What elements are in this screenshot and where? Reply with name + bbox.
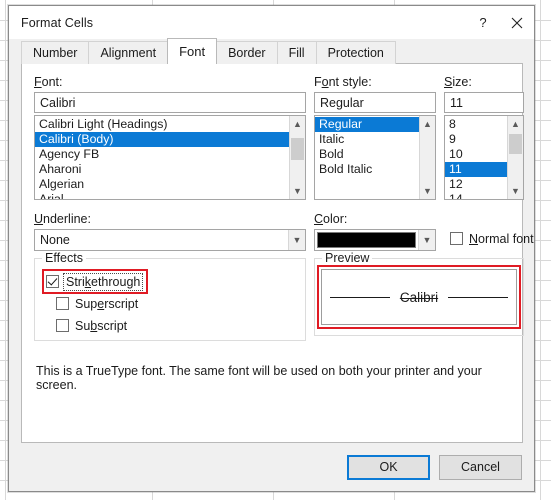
tab-border[interactable]: Border	[216, 41, 278, 64]
list-item[interactable]: Bold Italic	[315, 162, 419, 177]
list-item[interactable]: 8	[445, 117, 507, 132]
dialog-footer: OK Cancel	[9, 443, 534, 491]
list-item[interactable]: Algerian	[35, 177, 289, 192]
scroll-down-icon[interactable]: ▼	[508, 183, 523, 199]
tab-alignment[interactable]: Alignment	[88, 41, 169, 64]
list-item[interactable]: Agency FB	[35, 147, 289, 162]
strikethrough-checkbox[interactable]	[46, 275, 59, 288]
color-label: Color:	[314, 212, 348, 226]
preview-rule-right	[440, 297, 508, 298]
size-list-items: 8 9 10 11 12 14	[445, 116, 507, 199]
superscript-label: Superscript	[75, 296, 139, 311]
grid-line	[540, 0, 541, 500]
size-label: Size:	[444, 75, 472, 89]
scroll-track[interactable]	[508, 132, 523, 183]
scroll-track[interactable]	[290, 132, 305, 183]
preview-inner: Calibri	[322, 270, 516, 324]
color-dropdown[interactable]: ▼	[314, 229, 436, 251]
scroll-down-icon[interactable]: ▼	[290, 183, 305, 199]
font-tab-panel: Font: Calibri Calibri Light (Headings) C…	[21, 64, 534, 443]
help-button[interactable]: ?	[466, 6, 500, 39]
font-name-value: Calibri	[40, 95, 76, 110]
ok-button[interactable]: OK	[347, 454, 430, 480]
list-item[interactable]: 11	[445, 162, 507, 177]
size-value: 11	[450, 95, 463, 110]
size-list-scrollbar[interactable]: ▲ ▼	[507, 116, 523, 199]
preview-rule-left	[330, 297, 398, 298]
effects-group-title: Effects	[42, 251, 86, 265]
scroll-thumb[interactable]	[291, 138, 304, 160]
preview-sample-text: Calibri	[389, 289, 449, 305]
subscript-checkbox[interactable]	[56, 319, 69, 332]
scroll-up-icon[interactable]: ▲	[290, 116, 305, 132]
font-style-label: Font style:	[314, 75, 372, 89]
normal-font-checkbox[interactable]	[450, 232, 463, 245]
preview-group-title: Preview	[322, 251, 373, 265]
scroll-down-icon[interactable]: ▼	[420, 183, 435, 199]
list-item[interactable]: 14	[445, 192, 507, 199]
underline-label: Underline:	[34, 212, 91, 226]
font-style-list-items: Regular Italic Bold Bold Italic	[315, 116, 419, 199]
preview-box: Calibri	[321, 269, 517, 325]
list-item[interactable]: Bold	[315, 147, 419, 162]
superscript-checkbox-row[interactable]: Superscript	[56, 295, 138, 312]
chevron-down-icon[interactable]: ▼	[418, 230, 435, 250]
size-input[interactable]: 11	[444, 92, 524, 113]
grid-line	[5, 0, 6, 500]
scroll-track[interactable]	[420, 132, 435, 183]
list-item[interactable]: 9	[445, 132, 507, 147]
font-list-scrollbar[interactable]: ▲ ▼	[289, 116, 305, 199]
underline-dropdown[interactable]: None ▼	[34, 229, 306, 251]
scroll-up-icon[interactable]: ▲	[420, 116, 435, 132]
close-icon	[511, 17, 523, 28]
strikethrough-label: Strikethrough	[62, 272, 144, 291]
list-item[interactable]: Italic	[315, 132, 419, 147]
font-list[interactable]: Calibri Light (Headings) Calibri (Body) …	[34, 115, 306, 200]
tab-protection[interactable]: Protection	[315, 41, 396, 64]
color-swatch	[317, 232, 416, 248]
truetype-note: This is a TrueType font. The same font w…	[36, 364, 482, 392]
list-item[interactable]: Aharoni	[35, 162, 289, 177]
font-style-list[interactable]: Regular Italic Bold Bold Italic ▲ ▼	[314, 115, 436, 200]
list-item[interactable]: Calibri (Body)	[35, 132, 289, 147]
scroll-up-icon[interactable]: ▲	[508, 116, 523, 132]
tab-fill[interactable]: Fill	[276, 41, 317, 64]
chevron-down-icon[interactable]: ▼	[288, 230, 305, 250]
tab-number[interactable]: Number	[21, 41, 90, 64]
subscript-checkbox-row[interactable]: Subscript	[56, 317, 127, 334]
font-list-items: Calibri Light (Headings) Calibri (Body) …	[35, 116, 289, 199]
font-name-input[interactable]: Calibri	[34, 92, 306, 113]
normal-font-checkbox-row[interactable]: Normal font	[450, 230, 534, 247]
list-item[interactable]: Regular	[315, 117, 419, 132]
strikethrough-checkbox-row[interactable]: Strikethrough	[46, 272, 144, 291]
font-label: Font:	[34, 75, 63, 89]
subscript-label: Subscript	[75, 318, 128, 333]
format-cells-dialog: Format Cells ? Number Alignment Font Bor…	[8, 5, 535, 492]
list-item[interactable]: Calibri Light (Headings)	[35, 117, 289, 132]
tab-font[interactable]: Font	[167, 38, 218, 64]
close-button[interactable]	[500, 6, 534, 39]
dialog-title: Format Cells	[21, 15, 94, 30]
superscript-checkbox[interactable]	[56, 297, 69, 310]
underline-value: None	[40, 233, 70, 247]
font-style-list-scrollbar[interactable]: ▲ ▼	[419, 116, 435, 199]
cancel-button[interactable]: Cancel	[439, 454, 522, 480]
dialog-titlebar[interactable]: Format Cells ?	[9, 6, 534, 39]
titlebar-buttons: ?	[466, 6, 534, 39]
size-list[interactable]: 8 9 10 11 12 14 ▲ ▼	[444, 115, 524, 200]
font-style-input[interactable]: Regular	[314, 92, 436, 113]
normal-font-label: Normal font	[469, 231, 534, 246]
font-style-value: Regular	[320, 95, 364, 110]
list-item[interactable]: Arial	[35, 192, 289, 199]
tab-strip: Number Alignment Font Border Fill Protec…	[9, 38, 534, 64]
scroll-thumb[interactable]	[509, 134, 522, 154]
list-item[interactable]: 12	[445, 177, 507, 192]
list-item[interactable]: 10	[445, 147, 507, 162]
question-mark-icon: ?	[479, 15, 487, 30]
